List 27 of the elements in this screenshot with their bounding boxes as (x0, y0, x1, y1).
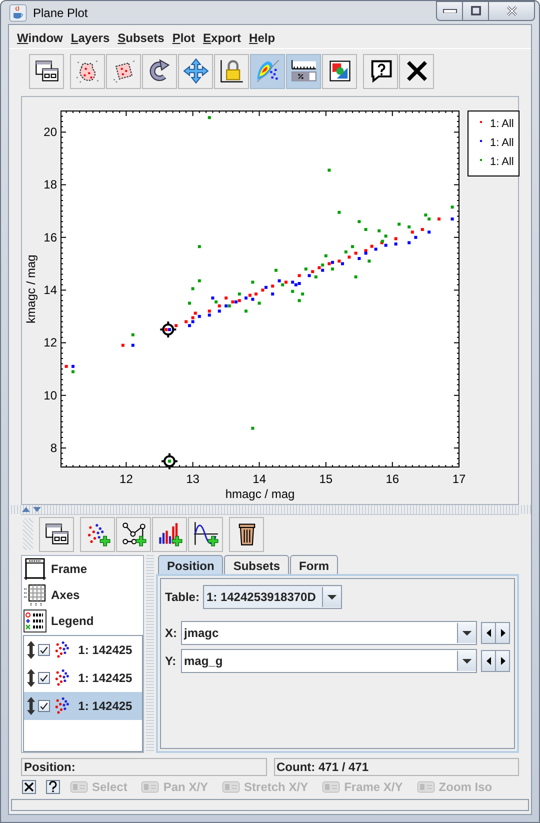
tick-label: 17 (452, 472, 466, 486)
layer-label: 1: 142425 (78, 699, 132, 713)
tick-label: 12 (120, 472, 133, 486)
count-readout: Count: 471 / 471 (274, 758, 519, 776)
layer-label: 1: 142425 (78, 643, 132, 657)
tick-label: 14 (44, 283, 57, 298)
tick-label: 20 (44, 125, 57, 140)
tick-label: 16 (386, 472, 400, 486)
tick-label: 18 (44, 178, 57, 192)
tick-label: 10 (44, 388, 57, 402)
y-axis-label: kmagc / mag (24, 254, 38, 324)
position-readout: Position: (21, 758, 266, 776)
legend-label: 1: All (490, 118, 514, 130)
tick-label: 12 (44, 336, 57, 350)
legend-label: 1: All (490, 137, 514, 149)
tick-label: 15 (319, 472, 333, 486)
tick-label: 14 (252, 472, 266, 486)
tick-label: 13 (186, 472, 200, 486)
tick-label: 8 (50, 441, 57, 456)
x-axis-label: hmagc / mag (225, 487, 295, 501)
legend-label: 1: All (490, 156, 514, 168)
field-label: Table: (165, 590, 200, 604)
field-label: Y: (165, 654, 177, 668)
field-label: X: (165, 626, 177, 640)
layer-label: 1: 142425 (78, 671, 132, 685)
tick-label: 16 (44, 230, 57, 244)
window-title: Plane Plot (33, 6, 89, 20)
